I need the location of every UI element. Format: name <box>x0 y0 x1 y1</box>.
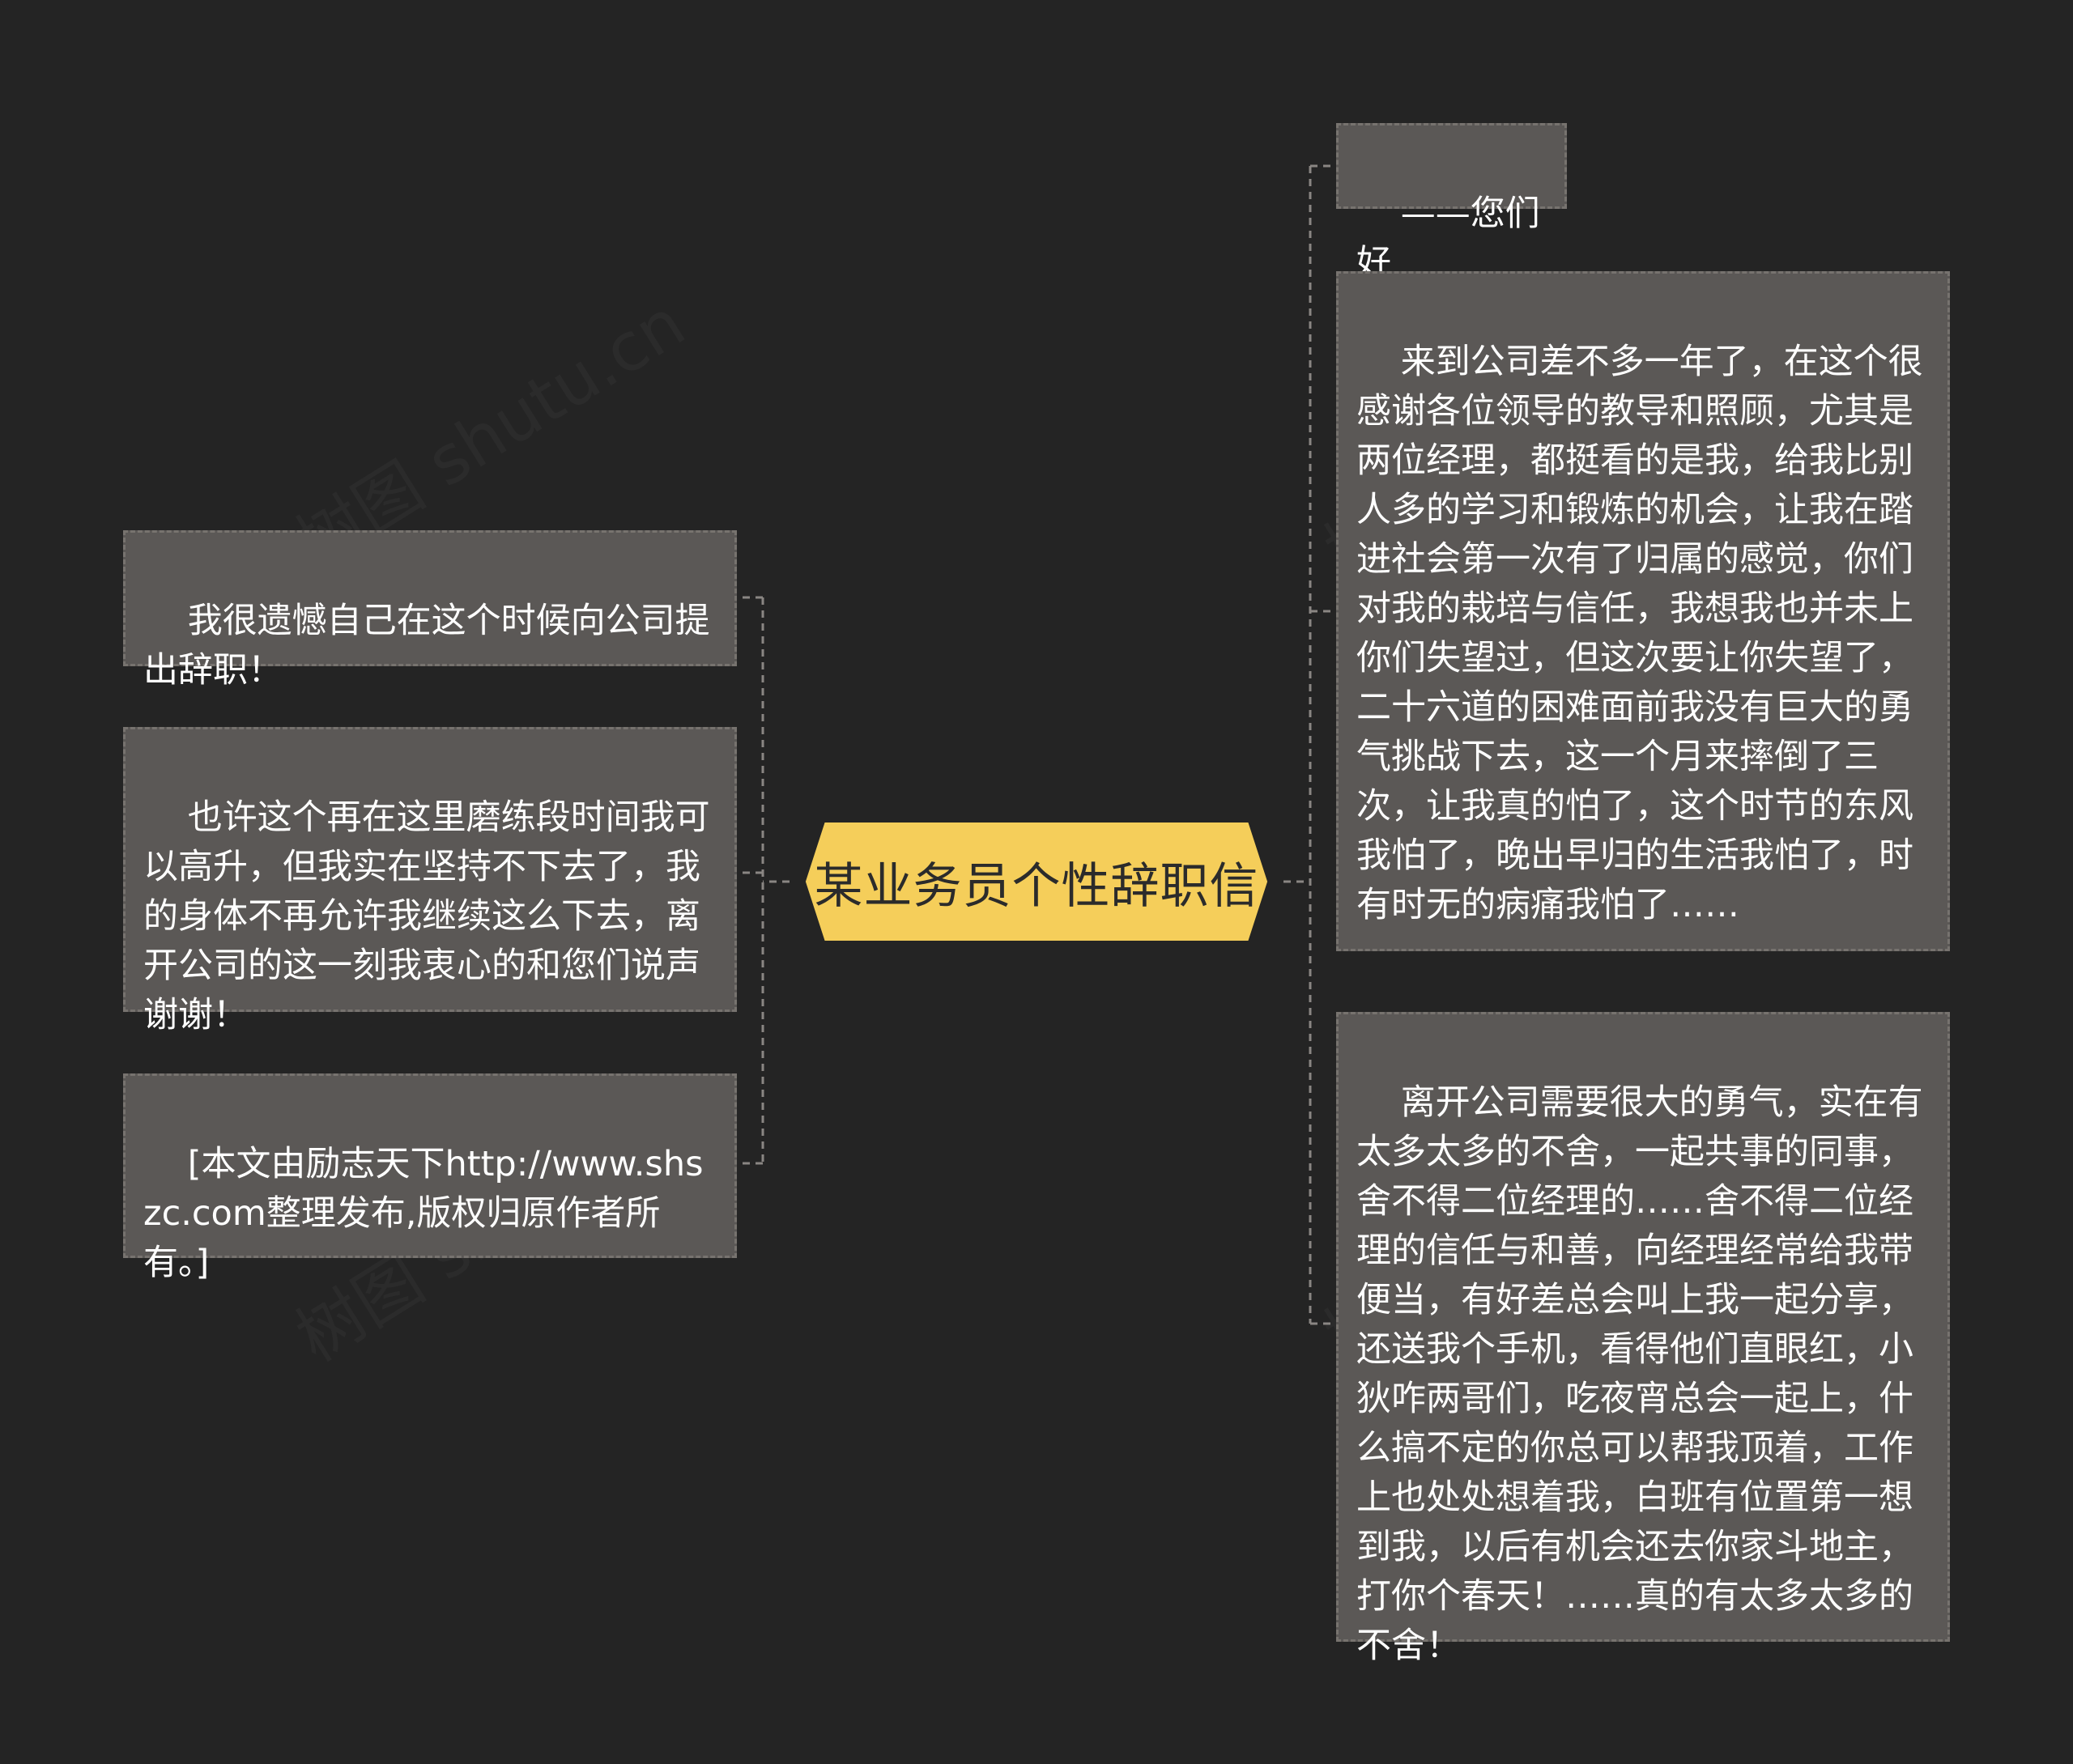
root-topic-label: 某业务员个性辞职信 <box>814 857 1259 915</box>
root-topic-node[interactable]: 某业务员个性辞职信 <box>790 821 1283 942</box>
left-node-regret[interactable]: 我很遗憾自己在这个时候向公司提出辞职！ <box>123 530 737 691</box>
right-node-greeting[interactable]: ——您们好 <box>1336 123 1567 283</box>
right-node-reluctance[interactable]: 离开公司需要很大的勇气，实在有太多太多的不舍，一起共事的同事，舍不得二位经理的…… <box>1336 1012 1950 1666</box>
left-node-thanks-text: 也许这个再在这里磨练段时间我可以高升，但我实在坚持不下去了，我的身体不再允许我继… <box>143 797 710 1035</box>
right-node-gratitude-text: 来到公司差不多一年了，在这个很感谢各位领导的教导和照顾，尤其是两位经理，都挺看的… <box>1356 342 1923 925</box>
mindmap-canvas: 树图 shutu.cn 树图 shutu.cn 树图 shutu.cn 树图 s… <box>0 0 2073 1764</box>
left-node-source-note[interactable]: [本文由励志天下http://www.shszc.com整理发布,版权归原作者所… <box>123 1073 737 1283</box>
right-node-gratitude[interactable]: 来到公司差不多一年了，在这个很感谢各位领导的教导和照顾，尤其是两位经理，都挺看的… <box>1336 271 1950 951</box>
right-node-reluctance-text: 离开公司需要很大的勇气，实在有太多太多的不舍，一起共事的同事，舍不得二位经理的…… <box>1356 1082 1923 1666</box>
left-node-thanks[interactable]: 也许这个再在这里磨练段时间我可以高升，但我实在坚持不下去了，我的身体不再允许我继… <box>123 727 737 1035</box>
